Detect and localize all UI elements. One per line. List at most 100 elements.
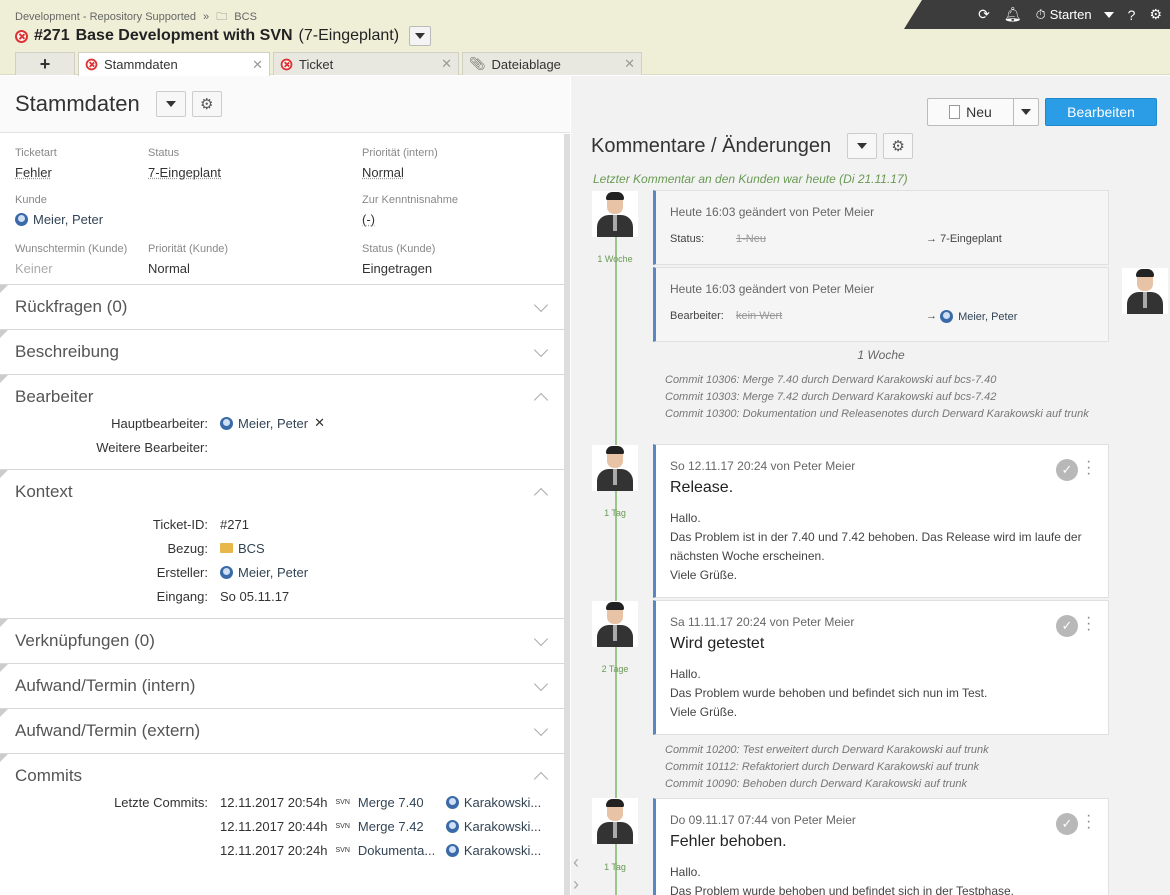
field-status: Status 7-Eingeplant (148, 147, 362, 186)
avatar (592, 798, 638, 844)
row-value: So 05.11.17 (220, 588, 290, 604)
section-title: Verknüpfungen (0) (15, 631, 155, 650)
last-comment-info: Letzter Kommentar an den Kunden war heut… (593, 172, 908, 186)
commit-date: 12.11.2017 20:44h (220, 818, 328, 834)
gear-icon: ⚙ (200, 96, 214, 113)
commit-link[interactable]: Dokumenta... (358, 843, 438, 858)
row-weitere-bearbeiter: Weitere Bearbeiter: (0, 435, 570, 459)
section-title: Beschreibung (15, 342, 119, 361)
commit-author[interactable]: Karakowski... (445, 794, 542, 810)
field-value[interactable]: Normal (362, 165, 562, 180)
error-status-icon (85, 58, 98, 71)
add-tab-button[interactable]: + (15, 52, 75, 75)
commit-author[interactable]: Karakowski... (445, 819, 541, 834)
svn-icon: SVN (335, 846, 350, 854)
change-old: kein Wert (736, 310, 783, 322)
more-icon[interactable]: · · · (1086, 808, 1091, 836)
comment-line: Viele Grüße. (670, 705, 738, 719)
field-label: Ticketart (15, 147, 57, 159)
start-timer-button[interactable]: ⏱︎ Starten (1036, 7, 1114, 23)
commit-line[interactable]: Commit 10090: Behoben durch Derward Kara… (665, 776, 1095, 793)
edit-button[interactable]: Bearbeiten (1045, 98, 1157, 126)
field-value[interactable]: Fehler (15, 165, 148, 180)
section-header[interactable]: Kontext (0, 470, 570, 514)
bell-icon[interactable]: 🔔︎ (1004, 6, 1022, 23)
commit-link[interactable]: Merge 7.42 (358, 819, 438, 834)
comment-card: Do 09.11.17 07:44 von Peter Meier Fehler… (653, 798, 1109, 895)
timeline-label: 1 Tag (604, 862, 626, 872)
commit-line[interactable]: Commit 10306: Merge 7.40 durch Derward K… (665, 372, 1095, 389)
commit-line[interactable]: Commit 10200: Test erweitert durch Derwa… (665, 742, 1095, 759)
view-menu-button[interactable] (155, 91, 186, 117)
commit-line[interactable]: Commit 10300: Dokumentation und Releasen… (665, 406, 1095, 423)
comment-line: Hallo. (670, 865, 701, 879)
left-scrollbar[interactable] (564, 134, 570, 895)
customer-link[interactable]: Meier, Peter (15, 212, 103, 227)
chevron-left-icon[interactable]: ‹ (573, 852, 579, 873)
commit-line[interactable]: Commit 10303: Merge 7.42 durch Derward K… (665, 389, 1095, 406)
section-beschreibung[interactable]: Beschreibung (0, 329, 570, 374)
folder-icon: 🗀 (216, 11, 228, 23)
field-value[interactable]: 7-Eingeplant (148, 165, 362, 180)
close-icon[interactable]: ✕ (624, 56, 635, 72)
check-icon[interactable]: ✓ (1056, 459, 1078, 481)
new-button[interactable]: Neu (927, 98, 1039, 126)
ticket-title: Base Development with SVN (75, 27, 293, 44)
comments-settings-button[interactable]: ⚙ (883, 133, 914, 159)
row-label: Eingang: (156, 588, 208, 604)
commit-author[interactable]: Karakowski... (445, 843, 541, 858)
field-value: Normal (148, 261, 190, 276)
section-title: Aufwand/Termin (extern) (15, 721, 201, 740)
section-aufwand-extern[interactable]: Aufwand/Termin (extern) (0, 708, 570, 753)
comment-line: Hallo. (670, 511, 701, 525)
commit-log: Commit 10306: Merge 7.40 durch Derward K… (665, 372, 1095, 423)
comments-menu-button[interactable] (847, 133, 878, 159)
refresh-icon[interactable]: ⟳ (978, 6, 990, 23)
tab-label: Stammdaten (104, 57, 178, 72)
chevron-down-icon (533, 631, 549, 646)
tab-dateiablage[interactable]: 📎︎ Dateiablage ✕ (462, 52, 642, 75)
field-label: Zur Kenntnisnahme (362, 194, 458, 206)
assignee-link[interactable]: Meier, Peter (940, 310, 1017, 323)
section-aufwand-intern[interactable]: Aufwand/Termin (intern) (0, 663, 570, 708)
reference-link[interactable]: BCS (220, 541, 265, 556)
check-icon[interactable]: ✓ (1056, 813, 1078, 835)
comment-line: Viele Grüße. (670, 568, 738, 582)
help-icon[interactable]: ? (1128, 7, 1136, 23)
tab-ticket[interactable]: Ticket ✕ (273, 52, 459, 75)
remove-icon[interactable]: ✕ (314, 415, 325, 431)
field-value[interactable]: (-) (362, 212, 562, 227)
more-icon[interactable]: · · · (1086, 454, 1091, 482)
settings-button[interactable]: ⚙ (191, 91, 222, 117)
author-name: Karakowski... (463, 794, 542, 810)
more-icon[interactable]: · · · (1086, 610, 1091, 638)
user-icon (445, 795, 459, 809)
gear-icon[interactable]: ⚙ (1149, 6, 1162, 23)
section-title: Rückfragen (0) (15, 297, 128, 316)
close-icon[interactable]: ✕ (441, 56, 452, 72)
section-rueckfragen[interactable]: Rückfragen (0) (0, 284, 570, 329)
commit-line[interactable]: Commit 10112: Refaktoriert durch Derward… (665, 759, 1095, 776)
chevron-right-icon[interactable]: › (573, 874, 579, 895)
assignee-link[interactable]: Meier, Peter (220, 416, 308, 431)
ticket-menu-button[interactable] (409, 26, 432, 46)
breadcrumb-folder[interactable]: BCS (234, 11, 257, 23)
section-verknuepfungen[interactable]: Verknüpfungen (0) (0, 618, 570, 663)
row-ticket-id: Ticket-ID: #271 (0, 512, 570, 536)
creator-link[interactable]: Meier, Peter (220, 565, 308, 580)
field-ticketart: Ticketart Fehler (15, 147, 148, 186)
commit-link[interactable]: Merge 7.40 (358, 795, 438, 810)
tab-stammdaten[interactable]: Stammdaten ✕ (78, 52, 270, 76)
check-icon[interactable]: ✓ (1056, 615, 1078, 637)
arrow-icon: → (926, 310, 941, 322)
comment-meta: Sa 11.11.17 20:24 von Peter Meier (670, 615, 855, 629)
user-icon (445, 843, 459, 857)
assignee-name: Meier, Peter (238, 415, 309, 431)
change-key: Bearbeiter: (670, 310, 724, 322)
new-menu-button[interactable] (1014, 109, 1038, 115)
tab-label: Dateiablage (491, 56, 561, 72)
caret-down-icon (857, 143, 868, 149)
breadcrumb-project[interactable]: Development - Repository Supported (15, 11, 196, 23)
close-icon[interactable]: ✕ (252, 57, 263, 73)
field-label: Priorität (Kunde) (148, 243, 229, 255)
